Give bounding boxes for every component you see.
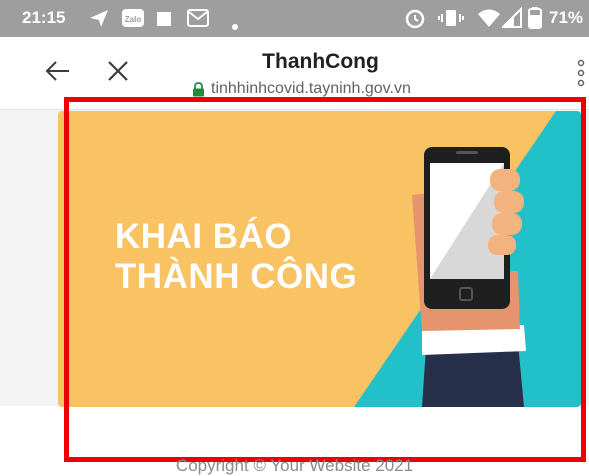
url-text: tinhhinhcovid.tayninh.gov.vn (211, 80, 411, 97)
send-icon (88, 7, 110, 34)
page-url[interactable]: tinhhinhcovid.tayninh.gov.vn (192, 80, 411, 98)
zalo-icon: Zalo (122, 9, 144, 32)
page-title: ThanhCong (262, 50, 379, 73)
wifi-icon (477, 7, 501, 34)
more-vert-icon (577, 59, 584, 87)
battery-icon (528, 7, 542, 34)
footer-copyright: Copyright © Your Website 2021 (175, 456, 414, 475)
svg-text:Zalo: Zalo (125, 15, 142, 24)
battery-percent: 71% (549, 8, 584, 27)
status-time: 21:15 (22, 8, 66, 27)
highlight-box (64, 97, 586, 462)
message-icon (157, 11, 171, 31)
vibrate-icon (438, 7, 464, 34)
lock-icon (192, 81, 205, 97)
signal-icon (500, 6, 522, 34)
alarm-icon (404, 7, 426, 34)
status-bar: 21:15 Zalo 71% (0, 0, 589, 37)
more-menu-button[interactable] (572, 51, 589, 95)
gmail-icon (187, 9, 209, 32)
dot-icon (232, 15, 238, 35)
